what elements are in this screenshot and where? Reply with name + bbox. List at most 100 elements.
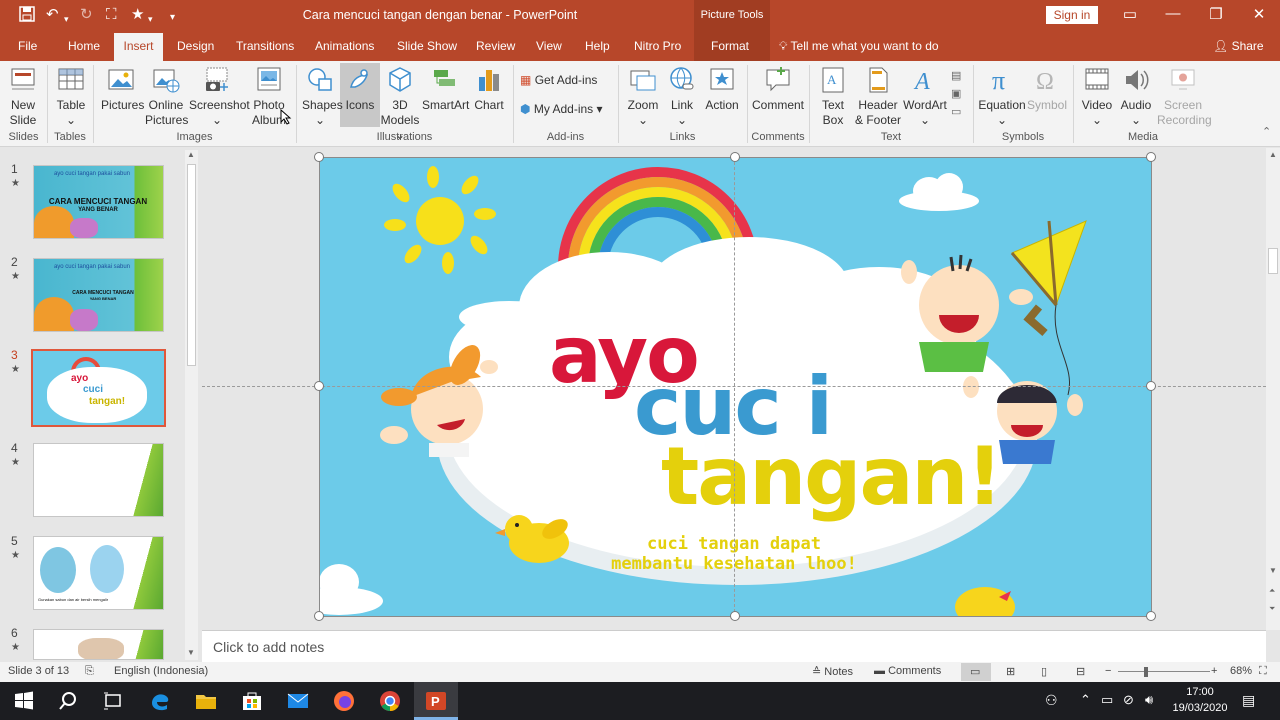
slide-thumbnail-5[interactable]: Gunakan sabun dan air bersih mengalir <box>33 536 164 610</box>
resize-handle-left[interactable] <box>314 381 324 391</box>
search-icon[interactable] <box>56 689 80 713</box>
people-icon[interactable]: ⚇ <box>1045 692 1058 709</box>
collapse-ribbon-icon[interactable]: ⌃ <box>1262 125 1271 138</box>
slide-vertical-scrollbar[interactable]: ▲ ▼ ⏶ ⏷ <box>1266 148 1280 630</box>
date-time-icon[interactable]: ▤ <box>951 70 961 82</box>
tab-home[interactable]: Home <box>68 39 100 53</box>
audio-button[interactable]: Audio ⌄ <box>1118 65 1154 128</box>
tab-review[interactable]: Review <box>476 39 515 53</box>
zoom-out-icon[interactable]: − <box>1105 665 1111 677</box>
close-icon[interactable]: ✕ <box>1249 5 1269 23</box>
chart-button[interactable]: Chart <box>472 65 506 113</box>
resize-handle-bottom-right[interactable] <box>1146 611 1156 621</box>
comment-button[interactable]: Comment <box>752 65 804 113</box>
mail-icon[interactable] <box>286 689 310 713</box>
tell-me-search[interactable]: 💡︎ Tell me what you want to do <box>779 39 939 54</box>
slide-scroll-thumb[interactable] <box>1268 248 1278 274</box>
resize-handle-top-right[interactable] <box>1146 152 1156 162</box>
show-hidden-icons-icon[interactable]: ⌃ <box>1080 692 1091 708</box>
comments-toggle[interactable]: ▬ Comments <box>874 665 941 677</box>
resize-handle-top-left[interactable] <box>314 152 324 162</box>
icons-button[interactable]: Icons <box>342 65 378 113</box>
tab-nitro-pro[interactable]: Nitro Pro <box>634 39 681 53</box>
scroll-up-icon[interactable]: ▲ <box>187 150 195 159</box>
smartart-button[interactable]: SmartArt <box>422 65 469 113</box>
slide-thumbnail-6[interactable] <box>33 629 164 660</box>
slide-show-icon[interactable]: ⊟ <box>1076 665 1085 678</box>
previous-slide-icon[interactable]: ⏶ <box>1269 586 1275 596</box>
sign-in-button[interactable]: Sign in <box>1046 6 1098 24</box>
next-slide-icon[interactable]: ⏷ <box>1269 604 1275 614</box>
tab-insert[interactable]: Insert <box>114 33 163 61</box>
firefox-icon[interactable] <box>332 689 356 713</box>
pictures-button[interactable]: Pictures <box>101 65 144 113</box>
resize-handle-right[interactable] <box>1146 381 1156 391</box>
equation-button[interactable]: π Equation ⌄ <box>978 65 1026 128</box>
text-small-icons[interactable]: ▤ ▣ ▭ <box>951 67 961 121</box>
ribbon-display-options-icon[interactable]: ▭ <box>1120 5 1140 23</box>
tab-animations[interactable]: Animations <box>315 39 374 53</box>
language-indicator[interactable]: English (Indonesia) <box>114 665 208 677</box>
store-icon[interactable] <box>240 689 264 713</box>
resize-handle-top[interactable] <box>730 152 740 162</box>
notes-toggle[interactable]: ≙ Notes <box>812 665 853 678</box>
online-pictures-button[interactable]: Online Pictures <box>145 65 188 128</box>
table-button[interactable]: Table ⌄ <box>55 65 87 128</box>
volume-icon[interactable]: 🔊︎ <box>1145 692 1153 708</box>
tab-design[interactable]: Design <box>177 39 214 53</box>
chrome-icon[interactable] <box>378 689 402 713</box>
symbol-button[interactable]: Ω Symbol <box>1027 65 1067 113</box>
powerpoint-taskbar-button[interactable]: P <box>414 682 458 720</box>
battery-icon[interactable]: ▭ <box>1101 692 1113 708</box>
slide-thumbnail-3[interactable]: ayo cuci tangan! <box>31 349 166 427</box>
zoom-slider-thumb[interactable] <box>1144 667 1148 677</box>
video-button[interactable]: Video ⌄ <box>1080 65 1114 128</box>
tab-file[interactable]: File <box>18 39 37 53</box>
my-addins-button[interactable]: ⬢ My Add-ins ▾ <box>520 102 603 117</box>
spell-check-icon[interactable]: ⎘ <box>85 665 94 678</box>
zoom-level[interactable]: 68% <box>1230 665 1252 677</box>
shapes-button[interactable]: Shapes ⌄ <box>302 65 343 128</box>
screen-recording-button[interactable]: Screen Recording <box>1157 65 1212 128</box>
notes-pane[interactable]: Click to add notes <box>202 630 1266 662</box>
wordart-button[interactable]: A WordArt ⌄ <box>903 65 947 128</box>
clock-time[interactable]: 17:00 <box>1170 686 1230 698</box>
zoom-in-icon[interactable]: + <box>1211 665 1217 677</box>
clock-date[interactable]: 19/03/2020 <box>1166 702 1234 714</box>
text-box-button[interactable]: A Text Box <box>816 65 850 128</box>
resize-handle-bottom-left[interactable] <box>314 611 324 621</box>
header-footer-button[interactable]: Header & Footer <box>854 65 902 128</box>
tab-help[interactable]: Help <box>585 39 610 53</box>
new-slide-button[interactable]: New Slide <box>6 65 40 128</box>
reading-view-icon[interactable]: ▯ <box>1041 665 1047 678</box>
notification-icon[interactable]: ▤ <box>1242 692 1255 709</box>
scroll-up-icon[interactable]: ▲ <box>1269 150 1277 159</box>
thumbnail-scrollbar[interactable]: ▲ ▼ <box>185 150 198 660</box>
object-icon[interactable]: ▭ <box>951 106 961 118</box>
thumbnail-scroll-thumb[interactable] <box>187 164 196 366</box>
windows-start-icon[interactable] <box>12 689 36 713</box>
resize-handle-bottom[interactable] <box>730 611 740 621</box>
network-icon[interactable]: ⊘ <box>1123 692 1134 708</box>
slide-thumbnail-4[interactable] <box>33 443 164 517</box>
task-view-icon[interactable] <box>101 689 125 713</box>
action-button[interactable]: Action <box>702 65 742 113</box>
tab-format[interactable]: Format <box>711 39 749 53</box>
tab-slide-show[interactable]: Slide Show <box>397 39 457 53</box>
link-button[interactable]: Link ⌄ <box>666 65 698 128</box>
zoom-button[interactable]: Zoom ⌄ <box>624 65 662 128</box>
zoom-slider-track[interactable] <box>1118 671 1210 672</box>
share-button[interactable]: 👤︎ Share <box>1213 39 1264 53</box>
scroll-down-icon[interactable]: ▼ <box>1269 566 1277 575</box>
edge-browser-icon[interactable] <box>148 689 172 713</box>
slide-thumbnail-2[interactable]: ayo cuci tangan pakai sabun CARA MENCUCI… <box>33 258 164 332</box>
fit-to-window-icon[interactable]: ⛶ <box>1259 665 1267 678</box>
get-addins-button[interactable]: ▦ Get Add-ins <box>520 73 597 88</box>
slide-thumbnail-1[interactable]: ayo cuci tangan pakai sabun CARA MENCUCI… <box>33 165 164 239</box>
restore-icon[interactable]: ❐ <box>1206 5 1226 23</box>
file-explorer-icon[interactable] <box>194 689 218 713</box>
scroll-down-icon[interactable]: ▼ <box>187 648 195 657</box>
tab-view[interactable]: View <box>536 39 562 53</box>
tab-transitions[interactable]: Transitions <box>236 39 294 53</box>
minimize-icon[interactable]: — <box>1163 5 1183 22</box>
